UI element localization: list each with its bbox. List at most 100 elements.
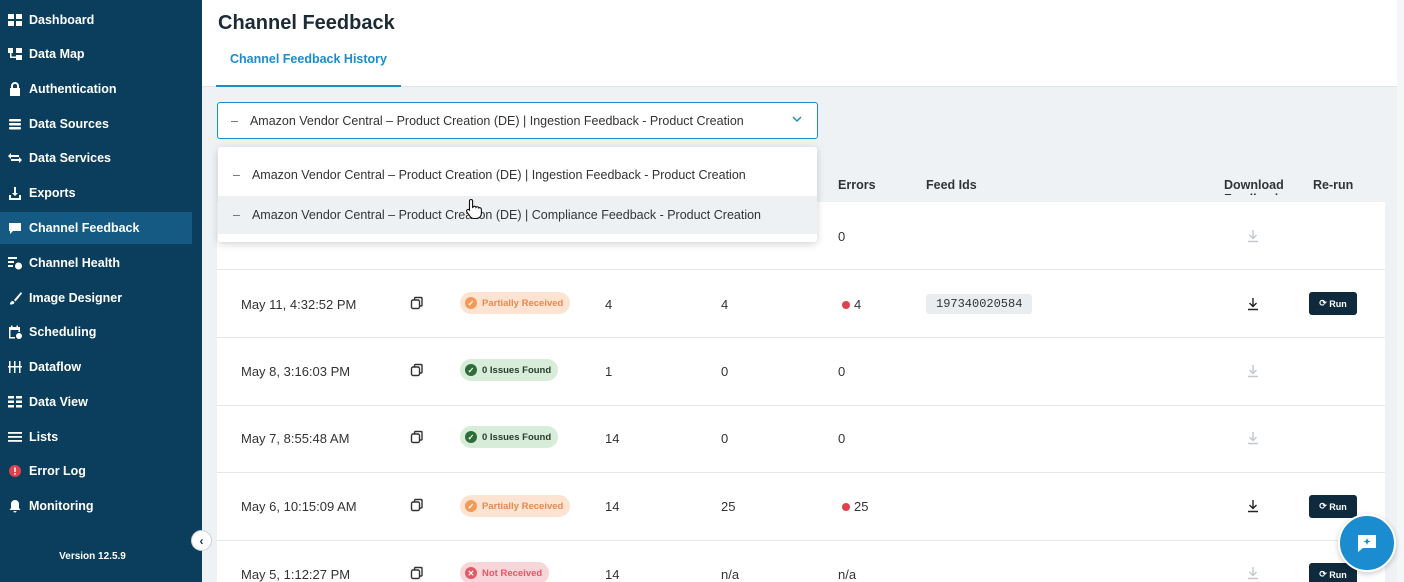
download-icon [1248, 230, 1258, 243]
sidebar-item-image-designer[interactable]: Image Designer [0, 282, 192, 314]
sidebar-item-label: Error Log [29, 464, 86, 478]
page-scrollbar[interactable] [1397, 0, 1404, 582]
status-badge: ✓ Partially Received [460, 495, 571, 517]
column-header-download: Download Feedback [1224, 178, 1284, 195]
check-icon: ✓ [465, 500, 477, 512]
sidebar-item-data-sources[interactable]: Data Sources [0, 108, 192, 140]
copy-icon[interactable] [410, 566, 424, 580]
download-icon [1248, 567, 1258, 580]
lock-icon [8, 82, 22, 96]
check-icon: ✓ [465, 431, 477, 443]
sidebar-item-channel-feedback[interactable]: Channel Feedback [0, 212, 192, 244]
sidebar-item-label: Image Designer [29, 291, 123, 305]
copy-icon[interactable] [410, 498, 424, 512]
date-cell: May 6, 10:15:09 AM [241, 499, 357, 514]
sidebar-item-label: Channel Health [29, 256, 120, 270]
count-cell: 14 [605, 499, 620, 514]
errors-cell: 0 [838, 364, 846, 379]
count-cell: 0 [721, 364, 729, 379]
sidebar-item-channel-health[interactable]: Channel Health [0, 247, 192, 279]
sidebar-item-data-services[interactable]: Data Services [0, 142, 192, 174]
count-cell: 0 [721, 431, 729, 446]
errors-cell: 0 [838, 431, 846, 446]
table-row: May 8, 3:16:03 PM ✓ 0 Issues Found 1 0 0 [217, 338, 1385, 406]
sidebar-item-label: Dashboard [29, 13, 95, 27]
table-row: May 11, 4:32:52 PM ✓ Partially Received 4… [217, 270, 1385, 338]
check-icon: ✓ [465, 364, 477, 376]
count-cell: 4 [605, 297, 613, 312]
download-icon [1248, 432, 1258, 445]
chat-button[interactable] [1338, 514, 1396, 572]
chat-icon [8, 221, 22, 235]
run-button[interactable]: ⟳ Run [1309, 495, 1357, 518]
sidebar-item-authentication[interactable]: Authentication [0, 73, 192, 105]
errors-cell: 4 [842, 297, 861, 312]
count-cell: n/a [721, 567, 740, 582]
run-button[interactable]: ⟳ Run [1309, 292, 1357, 315]
menu-item-ingestion-feedback[interactable]: – Amazon Vendor Central – Product Creati… [218, 156, 817, 194]
page-title: Channel Feedback [218, 12, 395, 34]
sidebar-collapse-button[interactable]: ‹ [191, 530, 212, 551]
sidebar-item-lists[interactable]: Lists [0, 421, 192, 453]
errors-cell: 0 [838, 229, 846, 244]
feedback-type-menu: – Amazon Vendor Central – Product Creati… [218, 147, 817, 242]
tab-channel-feedback-history[interactable]: Channel Feedback History [216, 52, 401, 87]
count-cell: 14 [605, 431, 620, 446]
count-cell: 14 [605, 567, 620, 582]
chat-sparkle-icon [1358, 535, 1376, 552]
sidebar-item-dashboard[interactable]: Dashboard [0, 4, 192, 36]
column-header-errors: Errors [838, 178, 876, 192]
sidebar-item-monitoring[interactable]: Monitoring [0, 490, 192, 522]
select-dash: – [231, 113, 238, 128]
sidebar-item-label: Monitoring [29, 499, 94, 513]
menu-item-label: Amazon Vendor Central – Product Creation… [251, 208, 761, 222]
chevron-left-icon: ‹ [199, 533, 204, 548]
sidebar-item-error-log[interactable]: Error Log [0, 455, 192, 487]
x-circle-icon: ✕ [465, 567, 477, 579]
sidebar-item-label: Lists [29, 430, 59, 444]
column-header-feed-ids: Feed Ids [926, 178, 977, 192]
count-cell: 1 [605, 364, 613, 379]
sidebar-item-label: Channel Feedback [29, 221, 140, 235]
download-icon[interactable] [1246, 499, 1260, 513]
status-badge: ✓ 0 Issues Found [460, 359, 559, 381]
feed-id-chip: 197340020584 [926, 294, 1033, 314]
dashboard-icon [8, 13, 22, 27]
date-cell: May 11, 4:32:52 PM [241, 297, 357, 312]
sidebar-item-label: Data View [29, 395, 88, 409]
errors-cell: n/a [838, 567, 857, 582]
download-icon[interactable] [1246, 297, 1260, 311]
copy-icon[interactable] [410, 430, 424, 444]
feedback-type-select[interactable]: – Amazon Vendor Central – Product Creati… [217, 102, 818, 139]
sidebar-item-label: Authentication [29, 82, 117, 96]
sidebar-item-label: Dataflow [29, 360, 82, 374]
count-cell: 25 [721, 499, 736, 514]
sidebar-item-scheduling[interactable]: Scheduling [0, 316, 192, 348]
status-badge: ✕ Not Received [460, 562, 550, 582]
menu-item-compliance-feedback[interactable]: – Amazon Vendor Central – Product Creati… [218, 196, 817, 234]
calendar-icon [8, 325, 22, 339]
list-icon [8, 430, 22, 444]
sidebar-item-dataflow[interactable]: Dataflow [0, 351, 192, 383]
sidebar-item-data-view[interactable]: Data View [0, 386, 192, 418]
table-row: May 7, 8:55:48 AM ✓ 0 Issues Found 14 0 0 [217, 406, 1385, 473]
sidebar-item-exports[interactable]: Exports [0, 177, 192, 209]
export-icon [8, 186, 22, 200]
table-row: May 6, 10:15:09 AM ✓ Partially Received 1… [217, 473, 1385, 541]
date-cell: May 5, 1:12:27 PM [241, 567, 351, 582]
sidebar-item-data-map[interactable]: Data Map [0, 38, 192, 70]
menu-item-dash: – [233, 208, 240, 222]
select-value: Amazon Vendor Central – Product Creation… [249, 113, 744, 128]
sidebar-item-label: Data Sources [29, 117, 109, 131]
sidebar-item-label: Data Map [29, 47, 85, 61]
column-header-rerun: Re-run [1313, 178, 1354, 192]
copy-icon[interactable] [410, 363, 424, 377]
errors-cell: 25 [842, 499, 868, 514]
sidebar-item-label: Data Services [29, 151, 112, 165]
page-header: Channel Feedback Channel Feedback Histor… [202, 0, 1397, 87]
error-icon [8, 464, 22, 478]
copy-icon[interactable] [410, 296, 424, 310]
sidebar-item-label: Exports [29, 186, 76, 200]
chevron-down-icon [792, 116, 802, 123]
error-dot-icon [842, 503, 850, 511]
